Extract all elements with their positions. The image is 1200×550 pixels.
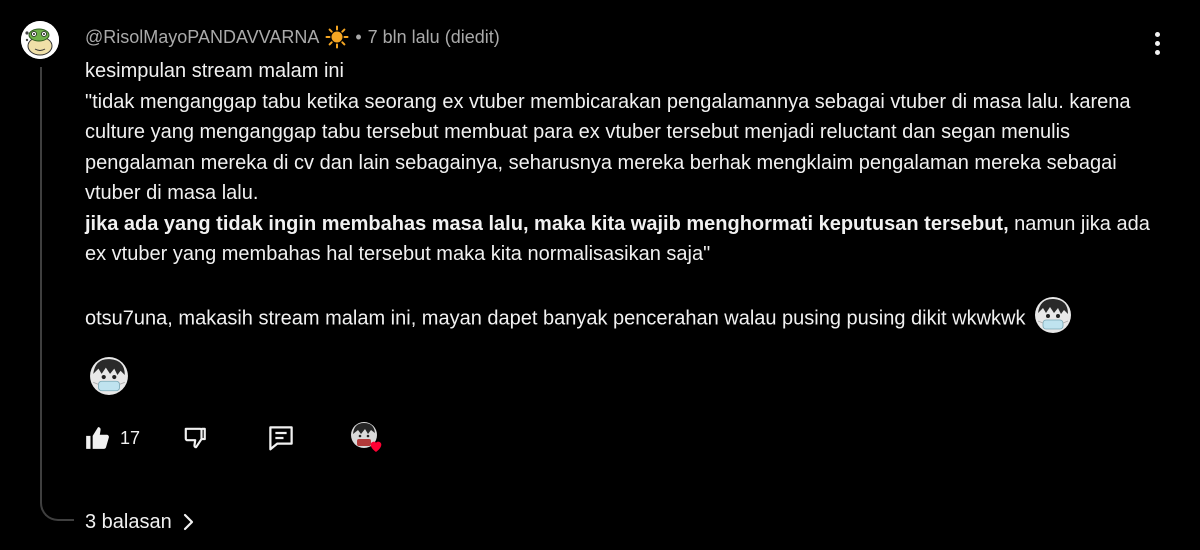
comment-body: kesimpulan stream malam ini "tidak menga… — [85, 56, 1160, 338]
comment-icon — [269, 426, 293, 451]
chevron-right-icon — [183, 513, 193, 531]
comment-paragraph-3-text: otsu7una, makasih stream malam ini, maya… — [85, 307, 1026, 330]
like-count: 17 — [120, 427, 141, 448]
replies-toggle[interactable]: 3 balasan — [85, 508, 196, 536]
comment-line-intro: kesimpulan stream malam ini — [85, 60, 344, 82]
like-button[interactable]: 17 — [84, 425, 140, 451]
thumbs-down-icon — [184, 427, 206, 449]
header-separator: • — [355, 26, 362, 47]
replies-label: 3 balasan — [85, 510, 172, 533]
masked-character-emoji-icon — [1034, 296, 1072, 334]
masked-character-emoji-icon — [89, 356, 129, 396]
reply-button[interactable] — [266, 423, 296, 453]
author-name[interactable]: @RisolMayoPANDAVVARNA — [85, 27, 319, 48]
creator-heart-icon — [370, 441, 382, 452]
creator-heart-badge — [350, 421, 384, 455]
reply-thread-line — [40, 67, 74, 521]
comment-action-bar: 17 — [84, 422, 384, 454]
dislike-button[interactable] — [182, 425, 208, 451]
frog-avatar-icon — [21, 21, 59, 59]
comment-header: @RisolMayoPANDAVVARNA • 7 bln lalu (died… — [85, 25, 500, 49]
author-avatar[interactable] — [21, 21, 59, 59]
comment-paragraph-3: otsu7una, makasih stream malam ini, maya… — [85, 297, 1160, 338]
sun-emoji-icon — [325, 25, 349, 49]
comment-paragraph-1: "tidak menganggap tabu ketika seorang ex… — [85, 90, 1131, 205]
comment-bold-sentence: jika ada yang tidak ingin membahas masa … — [85, 212, 1009, 235]
comment-paragraph-2: jika ada yang tidak ingin membahas masa … — [85, 209, 1160, 270]
thumbs-up-icon — [86, 427, 109, 449]
comment-timestamp[interactable]: 7 bln lalu (diedit) — [368, 27, 500, 48]
more-vert-icon[interactable] — [1145, 30, 1169, 56]
